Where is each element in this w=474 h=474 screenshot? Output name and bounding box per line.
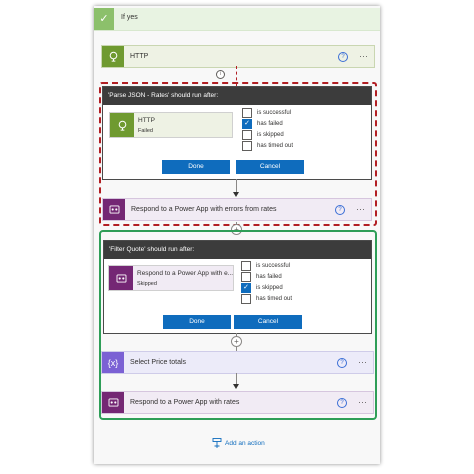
checkbox-has-failed[interactable]: has failed <box>241 272 282 282</box>
if-yes-label: If yes <box>121 14 138 21</box>
arrow-down-icon <box>233 384 239 389</box>
globe-icon <box>102 46 124 67</box>
cancel-button[interactable]: Cancel <box>236 160 304 174</box>
more-options-icon[interactable]: ··· <box>358 357 367 367</box>
checkbox-is-successful[interactable]: is successful <box>241 261 290 271</box>
checkbox-has-timed-out[interactable]: has timed out <box>242 141 293 151</box>
power-apps-icon <box>109 266 133 290</box>
more-options-icon[interactable]: ··· <box>359 51 368 61</box>
checkbox-box <box>241 272 251 282</box>
checkbox-is-successful[interactable]: is successful <box>242 108 291 118</box>
checkmark-icon: ✓ <box>242 119 252 129</box>
run-after-action-title: HTTP <box>138 117 155 124</box>
power-apps-icon <box>102 392 124 413</box>
respond-run-after-action: Respond to a Power App with e... Skipped <box>108 265 234 291</box>
done-button[interactable]: Done <box>163 315 231 329</box>
help-icon[interactable]: ? <box>338 51 348 62</box>
more-options-icon[interactable]: ··· <box>358 397 367 407</box>
checkbox-label: has timed out <box>257 143 294 149</box>
if-yes-branch-header[interactable]: ✓ If yes <box>94 8 380 31</box>
checkbox-box <box>242 130 252 140</box>
checkbox-label: has failed <box>257 121 283 127</box>
checkbox-box <box>242 141 252 151</box>
add-step-plus-icon[interactable]: + <box>231 336 242 347</box>
help-icon[interactable]: ? <box>337 357 347 368</box>
done-button[interactable]: Done <box>162 160 230 174</box>
help-icon[interactable]: ? <box>335 204 345 215</box>
arrow-down-icon <box>233 192 239 197</box>
dialog-title: 'Filter Quote' should run after: <box>104 241 371 259</box>
run-after-action-title: Respond to a Power App with e... <box>137 270 234 277</box>
http-run-after-action: HTTP Failed <box>109 112 233 138</box>
checkbox-has-timed-out[interactable]: has timed out <box>241 294 292 304</box>
add-an-action-button[interactable]: Add an action <box>212 438 265 448</box>
more-options-icon[interactable]: ··· <box>356 204 365 214</box>
run-after-action-status: Failed <box>138 128 153 134</box>
select-price-totals-card[interactable]: {x} Select Price totals ? ··· <box>101 351 374 374</box>
parse-json-run-after-dialog: 'Parse JSON - Rates' should run after: H… <box>102 86 372 180</box>
checkbox-box <box>241 294 251 304</box>
http-action-card[interactable]: HTTP ? ··· <box>101 45 375 68</box>
checkbox-label: is skipped <box>257 132 284 138</box>
respond-errors-title: Respond to a Power App with errors from … <box>131 206 277 213</box>
respond-rates-action-card[interactable]: Respond to a Power App with rates ? ··· <box>101 391 374 414</box>
respond-rates-title: Respond to a Power App with rates <box>130 399 240 406</box>
data-operation-icon: {x} <box>102 352 124 373</box>
respond-errors-action-card[interactable]: Respond to a Power App with errors from … <box>102 198 372 221</box>
checkbox-is-skipped[interactable]: is skipped <box>242 130 284 140</box>
run-after-action-status: Skipped <box>137 281 157 287</box>
checkbox-label: is skipped <box>256 285 283 291</box>
checkbox-is-skipped[interactable]: ✓ is skipped <box>241 283 283 293</box>
help-icon[interactable]: ? <box>337 397 347 408</box>
globe-icon <box>110 113 134 137</box>
add-action-icon <box>212 438 222 448</box>
checkmark-icon: ✓ <box>94 8 114 30</box>
http-action-title: HTTP <box>130 53 149 60</box>
cancel-button[interactable]: Cancel <box>234 315 302 329</box>
dialog-title: 'Parse JSON - Rates' should run after: <box>103 87 371 105</box>
select-price-totals-title: Select Price totals <box>130 359 187 366</box>
checkbox-box <box>242 108 252 118</box>
add-an-action-label: Add an action <box>225 439 265 447</box>
info-icon[interactable]: i <box>216 70 225 79</box>
checkbox-label: has timed out <box>256 296 293 302</box>
connector-line <box>236 179 237 193</box>
checkmark-icon: ✓ <box>241 283 251 293</box>
checkbox-label: has failed <box>256 274 282 280</box>
checkbox-label: is successful <box>257 110 292 116</box>
checkbox-label: is successful <box>256 263 291 269</box>
checkbox-box <box>241 261 251 271</box>
power-apps-icon <box>103 199 125 220</box>
filter-quote-run-after-dialog: 'Filter Quote' should run after: Respond… <box>103 240 372 334</box>
checkbox-has-failed[interactable]: ✓ has failed <box>242 119 283 129</box>
